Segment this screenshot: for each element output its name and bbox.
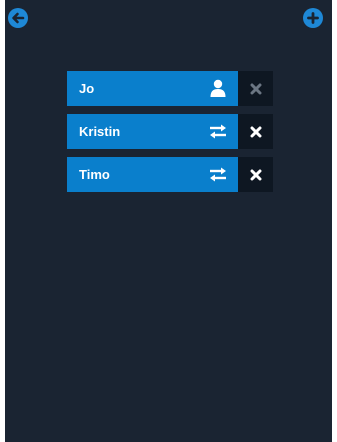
user-icon <box>208 79 228 98</box>
player-list-screen: Jo Kristin Timo <box>5 0 332 442</box>
player-name: Kristin <box>79 124 121 139</box>
player-name: Timo <box>79 167 110 182</box>
remove-player-button[interactable] <box>238 114 273 149</box>
remove-player-button-disabled <box>238 71 273 106</box>
player-row: Jo <box>67 71 273 106</box>
add-player-button[interactable] <box>303 8 323 28</box>
close-icon <box>250 169 262 181</box>
arrow-left-circle-icon <box>11 11 25 25</box>
player-row-timo[interactable]: Timo <box>67 157 238 192</box>
back-button[interactable] <box>8 8 28 28</box>
plus-circle-icon <box>306 11 320 25</box>
swap-arrows-icon[interactable] <box>208 122 228 141</box>
player-row: Timo <box>67 157 273 192</box>
swap-arrows-icon[interactable] <box>208 165 228 184</box>
close-icon <box>250 83 262 95</box>
player-row-kristin[interactable]: Kristin <box>67 114 238 149</box>
close-icon <box>250 126 262 138</box>
player-name: Jo <box>79 81 95 96</box>
player-row-jo[interactable]: Jo <box>67 71 238 106</box>
player-row: Kristin <box>67 114 273 149</box>
remove-player-button[interactable] <box>238 157 273 192</box>
